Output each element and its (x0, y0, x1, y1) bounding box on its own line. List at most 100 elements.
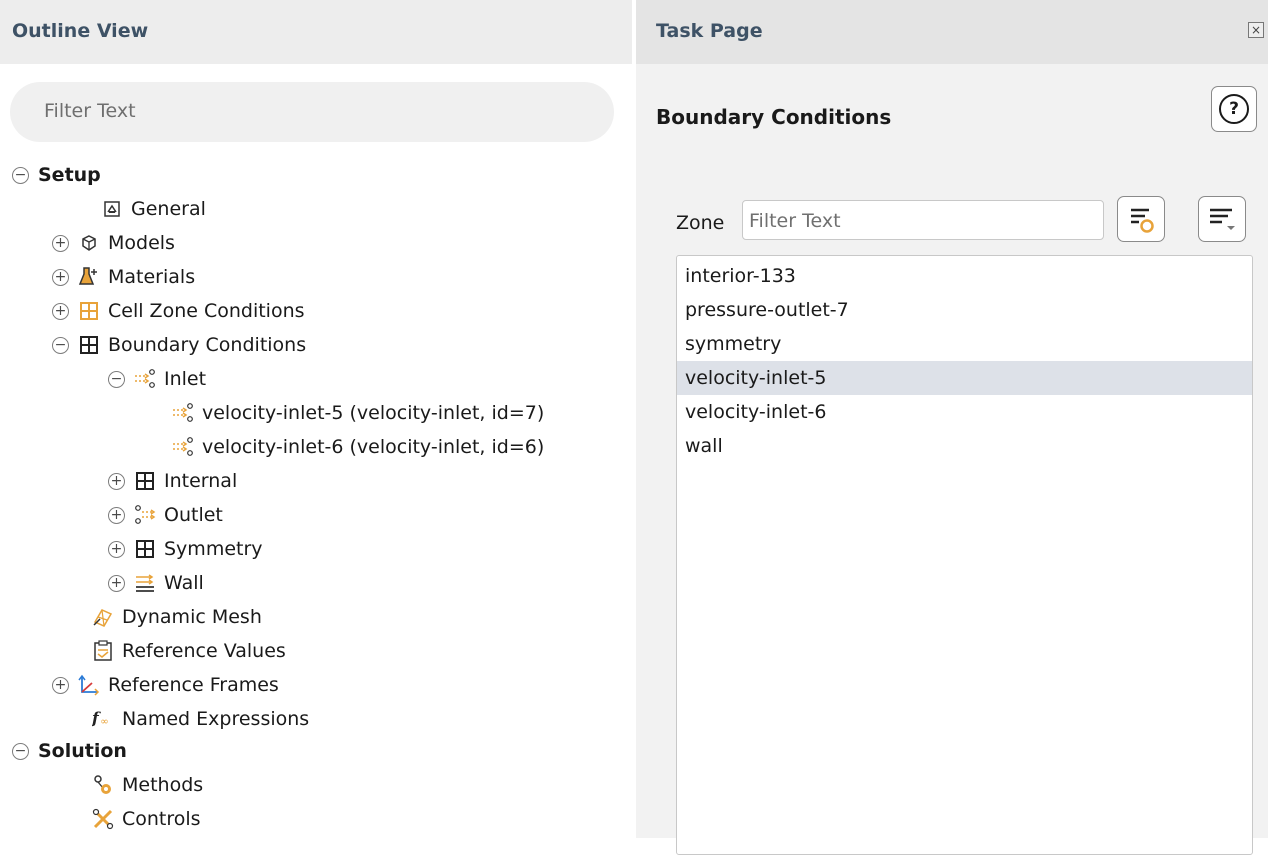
zone-filter-input[interactable]: Filter Text (742, 200, 1104, 240)
zone-item-label: interior-133 (685, 265, 796, 287)
tree-item-dynamic-mesh[interactable]: Dynamic Mesh (92, 600, 262, 634)
tree-item-setup[interactable]: − Setup (12, 158, 101, 192)
tree-item-label: Methods (122, 774, 204, 796)
tree-item-label: Cell Zone Conditions (108, 300, 305, 322)
zone-item-label: wall (685, 435, 723, 457)
tree-item-label: Wall (164, 572, 204, 594)
tree-item-label: Boundary Conditions (108, 334, 307, 356)
outline-view-title: Outline View (12, 20, 149, 42)
boundary-conditions-title: Boundary Conditions (656, 105, 892, 129)
expand-icon[interactable]: + (52, 302, 69, 320)
expand-icon[interactable]: + (108, 540, 125, 558)
task-page-panel: Task Page × Boundary Conditions ? Zone F… (636, 0, 1268, 855)
cell-zone-grid-icon (78, 300, 100, 322)
methods-icon (92, 774, 114, 796)
filter-options-button[interactable] (1117, 196, 1165, 242)
tree-item-internal[interactable]: + Internal (108, 464, 237, 498)
inlet-arrows-icon (172, 436, 194, 458)
expand-icon[interactable]: + (108, 574, 125, 592)
sort-options-button[interactable] (1198, 196, 1246, 242)
models-icon (78, 232, 100, 254)
tree-item-label: velocity-inlet-6 (velocity-inlet, id=6) (202, 436, 545, 458)
outline-filter-input[interactable]: Filter Text (10, 82, 614, 142)
expand-icon[interactable]: + (108, 472, 125, 490)
tree-item-label: Dynamic Mesh (122, 606, 262, 628)
tree-item-label: Reference Frames (108, 674, 279, 696)
tree-item-boundary-conditions[interactable]: − Boundary Conditions (52, 328, 306, 362)
zone-item-symmetry[interactable]: symmetry (677, 327, 1252, 361)
tree-item-label: Materials (108, 266, 196, 288)
tree-item-label: Reference Values (122, 640, 286, 662)
function-fx-icon: f ∞ (92, 708, 114, 730)
zone-list[interactable]: interior-133 pressure-outlet-7 symmetry … (676, 255, 1253, 855)
outlet-arrows-icon (134, 504, 156, 526)
tree-item-models[interactable]: + Models (52, 226, 175, 260)
inlet-arrows-icon (134, 368, 156, 390)
svg-text:∞: ∞ (100, 717, 108, 728)
tree-item-label: Internal (164, 470, 238, 492)
tree-item-outlet[interactable]: + Outlet (108, 498, 223, 532)
outline-view-panel: Outline View Filter Text − Setup General… (0, 0, 632, 838)
outline-view-header: Outline View (0, 0, 632, 64)
sort-list-icon (1210, 208, 1235, 230)
tree-item-label: Setup (38, 164, 101, 186)
expand-icon[interactable]: + (52, 268, 69, 286)
expand-icon[interactable]: + (52, 676, 69, 694)
zone-item-velocity-inlet-6[interactable]: velocity-inlet-6 (677, 395, 1252, 429)
zone-item-interior-133[interactable]: interior-133 (677, 259, 1252, 293)
tree-item-named-expressions[interactable]: f ∞ Named Expressions (92, 702, 309, 736)
inlet-arrows-icon (172, 402, 194, 424)
task-page-title: Task Page (656, 20, 763, 42)
materials-flask-icon (78, 266, 100, 288)
tree-item-reference-values[interactable]: Reference Values (92, 634, 286, 668)
tree-item-materials[interactable]: + Materials (52, 260, 195, 294)
collapse-icon[interactable]: − (12, 166, 29, 184)
zone-item-velocity-inlet-5[interactable]: velocity-inlet-5 (677, 361, 1252, 395)
tree-item-general[interactable]: General (101, 192, 206, 226)
zone-label: Zone (676, 212, 725, 234)
tree-item-label: Named Expressions (122, 708, 310, 730)
tree-item-label: Inlet (164, 368, 207, 390)
tree-item-label: Solution (38, 740, 127, 762)
collapse-icon[interactable]: − (12, 742, 29, 760)
help-icon: ? (1219, 94, 1249, 124)
dynamic-mesh-icon (92, 606, 114, 628)
tree-item-methods[interactable]: Methods (92, 768, 203, 802)
internal-grid-icon (134, 470, 156, 492)
tree-item-velocity-inlet-5[interactable]: velocity-inlet-5 (velocity-inlet, id=7) (172, 396, 544, 430)
general-settings-icon (101, 198, 123, 220)
tree-item-velocity-inlet-6[interactable]: velocity-inlet-6 (velocity-inlet, id=6) (172, 430, 544, 464)
outline-filter-placeholder: Filter Text (44, 100, 136, 122)
controls-tools-icon (92, 808, 114, 830)
collapse-icon[interactable]: − (52, 336, 69, 354)
tree-item-inlet[interactable]: − Inlet (108, 362, 206, 396)
reference-frames-axes-icon (78, 674, 100, 696)
tree-item-controls[interactable]: Controls (92, 802, 201, 836)
tree-item-solution[interactable]: − Solution (12, 734, 127, 768)
reference-values-clipboard-icon (92, 640, 114, 662)
tree-item-reference-frames[interactable]: + Reference Frames (52, 668, 279, 702)
zone-item-label: symmetry (685, 333, 782, 355)
tree-item-label: Outlet (164, 504, 223, 526)
close-icon[interactable]: × (1248, 22, 1264, 38)
symmetry-grid-icon (134, 538, 156, 560)
zone-item-wall[interactable]: wall (677, 429, 1252, 463)
task-page-header: Task Page × (636, 0, 1268, 64)
collapse-icon[interactable]: − (108, 370, 125, 388)
zone-item-label: velocity-inlet-5 (685, 367, 827, 389)
help-button[interactable]: ? (1211, 86, 1257, 132)
expand-icon[interactable]: + (108, 506, 125, 524)
tree-item-label: Models (108, 232, 175, 254)
tree-item-label: velocity-inlet-5 (velocity-inlet, id=7) (202, 402, 545, 424)
tree-item-wall[interactable]: + Wall (108, 566, 204, 600)
zone-item-pressure-outlet-7[interactable]: pressure-outlet-7 (677, 293, 1252, 327)
boundary-grid-icon (78, 334, 100, 356)
zone-item-label: pressure-outlet-7 (685, 299, 849, 321)
tree-item-label: Symmetry (164, 538, 263, 560)
zone-item-label: velocity-inlet-6 (685, 401, 827, 423)
tree-item-cell-zone-conditions[interactable]: + Cell Zone Conditions (52, 294, 305, 328)
tree-item-symmetry[interactable]: + Symmetry (108, 532, 263, 566)
wall-icon (134, 572, 156, 594)
expand-icon[interactable]: + (52, 234, 69, 252)
tree-item-label: General (131, 198, 206, 220)
